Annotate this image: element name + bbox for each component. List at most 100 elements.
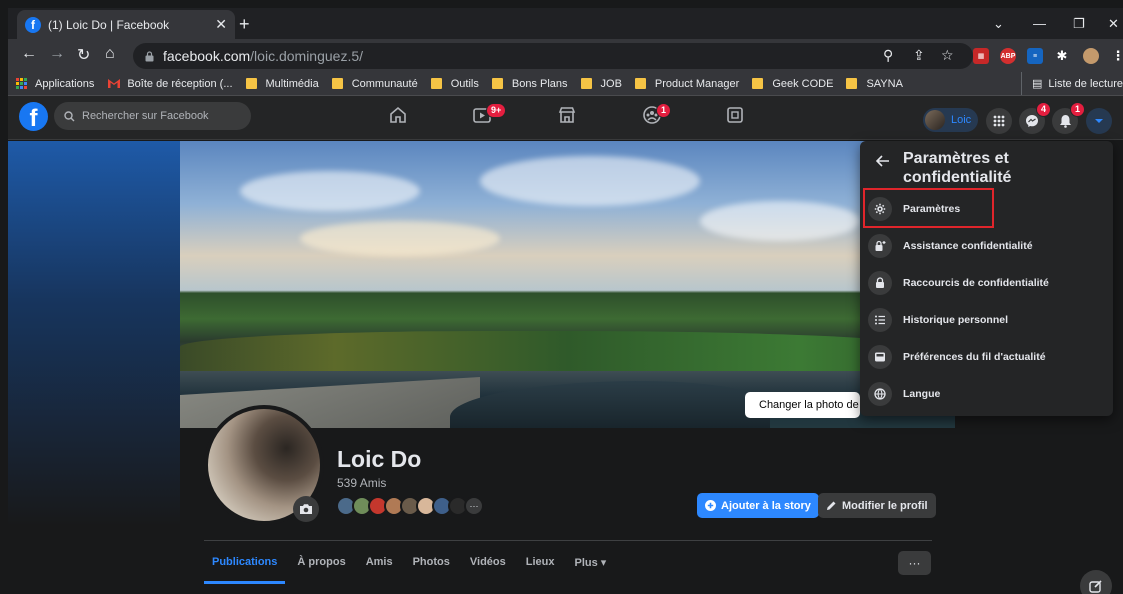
menu-item-label: Historique personnel — [903, 314, 1009, 326]
restore-icon[interactable]: ❐ — [1073, 16, 1085, 32]
bookmark-item[interactable]: Product Manager — [634, 78, 739, 90]
settings-highlight-box — [863, 188, 994, 228]
lock-icon — [868, 271, 892, 295]
facebook-favicon-icon: f — [25, 16, 41, 33]
bookmark-label: Geek CODE — [772, 77, 834, 90]
profile-tab[interactable]: Photos — [405, 550, 458, 584]
bookmark-item[interactable]: Communauté — [331, 77, 418, 90]
facebook-logo-icon[interactable]: f — [19, 102, 48, 131]
folder-icon — [580, 78, 592, 89]
profile-tab[interactable]: Publications — [204, 550, 286, 584]
bookmark-item[interactable]: Geek CODE — [752, 78, 833, 90]
bookmark-label: JOB — [600, 77, 622, 90]
bookmark-label: Outils — [450, 77, 479, 90]
profile-shortcut[interactable]: Loic — [923, 108, 978, 132]
profile-avatar — [925, 110, 945, 130]
forward-icon[interactable]: → — [49, 45, 65, 63]
zoom-icon[interactable]: ⚲ — [883, 47, 893, 64]
bookmark-item[interactable]: Boîte de réception (... — [107, 78, 233, 90]
url-host: facebook.com — [163, 48, 251, 64]
notifications-badge: 1 — [1070, 102, 1086, 117]
cover-water — [450, 381, 770, 428]
menu-item[interactable]: Langue — [868, 377, 1108, 411]
profile-tab[interactable]: Amis — [358, 550, 401, 584]
reload-icon[interactable]: ↻ — [77, 45, 90, 65]
extensions-puzzle-icon[interactable]: ✱ — [1054, 48, 1070, 64]
profile-more-button[interactable]: ··· — [898, 551, 931, 575]
reading-list[interactable]: ▤ Liste de lecture — [1020, 72, 1123, 95]
menu-item[interactable]: Préférences du fil d'actualité — [868, 340, 1108, 374]
folder-icon — [846, 78, 858, 89]
add-to-story-button[interactable]: Ajouter à la story — [697, 493, 819, 518]
profile-tab[interactable]: Plus ▾ — [566, 550, 614, 584]
facebook-search-input[interactable]: Rechercher sur Facebook — [54, 102, 251, 130]
folder-icon — [331, 78, 343, 89]
folder-icon — [245, 78, 257, 89]
menu-item[interactable]: Assistance confidentialité — [868, 229, 1108, 263]
account-button[interactable] — [1086, 108, 1112, 134]
lock-plus-icon — [868, 234, 892, 258]
bookmark-item[interactable]: Bons Plans — [491, 78, 568, 90]
cover-cloud — [480, 156, 700, 206]
menu-item-label: Assistance confidentialité — [903, 240, 1033, 252]
bookmark-label: Communauté — [351, 77, 418, 90]
bookmark-item[interactable]: Multimédia — [245, 78, 319, 90]
address-bar[interactable]: facebook.com /loic.dominguez.5/ ⚲ ⇪ ☆ — [133, 43, 973, 69]
marketplace-nav-icon[interactable] — [558, 106, 576, 124]
folder-icon — [430, 78, 442, 89]
folder-icon — [752, 78, 764, 89]
chrome-menu-icon[interactable]: ⋮ — [1110, 48, 1123, 64]
watch-badge: 9+ — [486, 103, 507, 118]
profile-divider — [204, 540, 932, 541]
bookmark-item[interactable]: JOB — [580, 77, 622, 90]
search-placeholder: Rechercher sur Facebook — [82, 110, 209, 122]
browser-tab[interactable]: f (1) Loic Do | Facebook ✕ — [17, 10, 235, 39]
tab-title: (1) Loic Do | Facebook — [48, 17, 170, 32]
search-icon — [64, 110, 75, 121]
profile-tab[interactable]: Vidéos — [462, 550, 514, 584]
tab-close-icon[interactable]: ✕ — [215, 16, 227, 33]
back-icon[interactable]: ← — [21, 45, 37, 63]
change-profile-picture-button[interactable] — [293, 496, 319, 522]
menu-item[interactable]: Historique personnel — [868, 303, 1108, 337]
friends-count[interactable]: 539 Amis — [337, 476, 386, 490]
new-message-button[interactable] — [1080, 570, 1112, 594]
more-friends-icon[interactable]: ··· — [464, 496, 484, 516]
cover-cloud — [300, 221, 500, 256]
pencil-icon — [827, 501, 836, 510]
profile-tab[interactable]: Lieux — [518, 550, 563, 584]
edit-profile-button[interactable]: Modifier le profil — [818, 493, 936, 518]
home-nav-icon[interactable] — [389, 106, 407, 124]
change-cover-button[interactable]: Changer la photo de couverture — [745, 392, 860, 418]
cover-photo[interactable] — [180, 141, 955, 428]
home-icon[interactable]: ⌂ — [105, 45, 115, 63]
chrome-profile-avatar[interactable] — [1083, 48, 1099, 64]
menu-button[interactable] — [986, 108, 1012, 134]
gaming-nav-icon[interactable] — [726, 106, 744, 124]
bookmark-item[interactable]: SAYNA — [846, 78, 903, 90]
window-close-icon[interactable]: ✕ — [1108, 16, 1119, 32]
extension-blue-icon[interactable]: ≡ — [1027, 48, 1043, 64]
cover-cloud — [240, 171, 420, 211]
globe-icon — [868, 382, 892, 406]
adblock-icon[interactable]: ABP — [1000, 48, 1016, 64]
bookmark-star-icon[interactable]: ☆ — [941, 47, 954, 64]
profile-tab[interactable]: À propos — [289, 550, 353, 584]
back-arrow-icon[interactable] — [876, 155, 890, 167]
groups-badge: 1 — [656, 103, 672, 118]
settings-privacy-menu: Paramètres et confidentialité Paramètres… — [860, 141, 1113, 416]
minimize-icon[interactable]: — — [1033, 16, 1046, 31]
share-icon[interactable]: ⇪ — [913, 47, 925, 64]
menu-item-label: Préférences du fil d'actualité — [903, 351, 1046, 363]
new-tab-icon[interactable]: + — [239, 14, 250, 35]
add-to-story-label: Ajouter à la story — [721, 499, 811, 512]
bookmark-item[interactable]: Outils — [430, 77, 479, 90]
menu-item[interactable]: Raccourcis de confidentialité — [868, 266, 1108, 300]
bookmark-item[interactable]: Applications — [16, 78, 94, 90]
tab-search-icon[interactable]: ⌄ — [993, 16, 1004, 32]
extension-red-icon[interactable]: ▦ — [973, 48, 989, 64]
feed-icon — [868, 345, 892, 369]
cover-cloud — [700, 201, 860, 241]
reading-list-label: Liste de lecture — [1048, 77, 1123, 90]
grid-menu-icon — [993, 115, 1005, 127]
